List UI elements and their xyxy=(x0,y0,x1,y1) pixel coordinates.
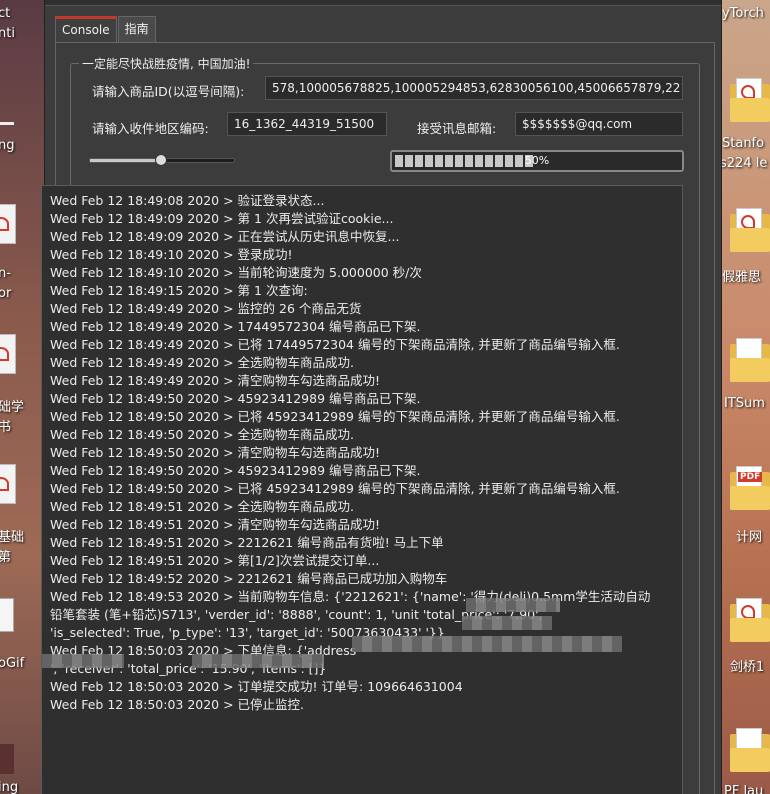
desktop-label: yTorch xyxy=(722,6,764,21)
tab-guide[interactable]: 指南 xyxy=(117,16,156,42)
product-ids-input[interactable]: 578,100005678825,100005294853,6283005610… xyxy=(265,76,683,100)
redacted-blur xyxy=(462,616,552,630)
desktop-label: n- xyxy=(0,266,11,281)
email-input[interactable]: $$$$$$$@qq.com xyxy=(515,112,683,136)
slider-fill xyxy=(90,159,161,162)
desktop-right-strip: yTorch Stanfo s224 le 假雅思 ITSum PDF 计网 剑… xyxy=(718,0,770,794)
desktop-pdf-icon[interactable] xyxy=(0,204,16,244)
redacted-blur xyxy=(352,636,622,652)
email-label: 接受讯息邮箱: xyxy=(417,121,497,136)
log-line: Wed Feb 12 18:49:09 2020 > 第 1 次再尝试验证coo… xyxy=(50,211,394,226)
group-title: 一定能尽快战胜疫情, 中国加油! xyxy=(79,55,254,72)
desktop-label: 计网 xyxy=(736,530,763,545)
log-line: Wed Feb 12 18:49:49 2020 > 已将 1744957230… xyxy=(50,337,620,352)
redacted-blur xyxy=(42,654,124,668)
desktop-label: or xyxy=(0,286,12,301)
desktop-label: ITSum xyxy=(724,396,765,411)
desktop-label: ing xyxy=(0,780,19,794)
log-line: Wed Feb 12 18:49:09 2020 > 正在尝试从历史讯息中恢复.… xyxy=(50,229,400,244)
log-line: 铅笔套装 (笔+铅芯)S713', 'verder_id': '8888', '… xyxy=(50,607,543,622)
desktop-label: 基础 xyxy=(0,530,25,545)
log-line: Wed Feb 12 18:49:49 2020 > 全选购物车商品成功. xyxy=(50,355,355,370)
log-line: Wed Feb 12 18:49:51 2020 > 清空购物车勾选商品成功! xyxy=(50,517,381,532)
document-folder-icon[interactable] xyxy=(730,728,770,774)
desktop-label: Stanfo xyxy=(722,136,765,151)
desktop-pdf-icon[interactable] xyxy=(0,334,16,374)
tab-bar: Console 指南 xyxy=(55,16,157,42)
slider-handle[interactable] xyxy=(154,154,167,166)
log-console[interactable]: Wed Feb 12 18:49:08 2020 > 验证登录状态... Wed… xyxy=(41,185,683,794)
log-line: Wed Feb 12 18:49:51 2020 > 全选购物车商品成功. xyxy=(50,499,355,514)
log-line: Wed Feb 12 18:49:08 2020 > 验证登录状态... xyxy=(50,193,325,208)
redacted-blur xyxy=(192,654,324,668)
pdf-folder-icon[interactable] xyxy=(730,208,770,254)
document-folder-icon[interactable] xyxy=(730,338,770,384)
poll-speed-slider[interactable] xyxy=(89,154,235,166)
redacted-blur xyxy=(466,598,560,612)
desktop-label: 假雅思 xyxy=(722,270,762,285)
area-code-label: 请输入收件地区编码: xyxy=(92,121,209,136)
log-line: Wed Feb 12 18:49:50 2020 > 清空购物车勾选商品成功! xyxy=(50,445,381,460)
pdf-tag: PDF xyxy=(738,472,763,482)
desktop-pdf-icon[interactable] xyxy=(0,464,16,504)
log-line: Wed Feb 12 18:49:49 2020 > 监控的 26 个商品无货 xyxy=(50,301,362,316)
desktop-dash xyxy=(0,122,14,125)
desktop-label: ct xyxy=(0,6,11,21)
desktop-label: s224 le xyxy=(720,156,768,171)
log-line: Wed Feb 12 18:49:10 2020 > 登录成功! xyxy=(50,247,293,262)
log-line: Wed Feb 12 18:49:49 2020 > 清空购物车勾选商品成功! xyxy=(50,373,381,388)
log-line: Wed Feb 12 18:49:51 2020 > 第[1/2]次尝试提交订单… xyxy=(50,553,380,568)
log-line: Wed Feb 12 18:49:50 2020 > 已将 4592341298… xyxy=(50,481,620,496)
desktop-file-icon[interactable] xyxy=(0,744,14,774)
progress-bar: 50% xyxy=(390,150,684,172)
log-line: Wed Feb 12 18:49:50 2020 > 45923412989 编… xyxy=(50,391,421,406)
tab-console[interactable]: Console xyxy=(55,16,117,42)
log-line: Wed Feb 12 18:49:51 2020 > 2212621 编号商品有… xyxy=(50,535,444,550)
log-line: Wed Feb 12 18:49:15 2020 > 第 1 次查询: xyxy=(50,283,308,298)
log-line: Wed Feb 12 18:49:50 2020 > 45923412989 编… xyxy=(50,463,421,478)
desktop-label: nti xyxy=(0,26,15,41)
desktop-label: 剑桥1 xyxy=(730,660,765,675)
pdf-folder-icon[interactable]: PDF xyxy=(730,466,770,512)
desktop-label: 第 xyxy=(0,550,12,565)
desktop-label: oGif xyxy=(0,656,25,671)
product-ids-label: 请输入商品ID(以逗号间隔): xyxy=(92,84,245,99)
log-line: Wed Feb 12 18:49:10 2020 > 当前轮询速度为 5.000… xyxy=(50,265,422,280)
log-line: Wed Feb 12 18:49:50 2020 > 已将 4592341298… xyxy=(50,409,620,424)
log-line: ', 'receiver': 'total_price': '15.90', '… xyxy=(50,661,327,676)
log-line: Wed Feb 12 18:50:03 2020 > 订单提交成功! 订单号: … xyxy=(50,679,463,694)
pdf-folder-icon[interactable] xyxy=(730,598,770,644)
gif-app-icon[interactable] xyxy=(0,598,14,632)
desktop-label: 书 xyxy=(0,420,12,435)
desktop-label: PF lau xyxy=(724,784,764,794)
log-line: Wed Feb 12 18:49:53 2020 > 当前购物车信息: {'22… xyxy=(50,589,651,604)
window-titlebar xyxy=(45,0,721,6)
desktop-label: 础学 xyxy=(0,400,25,415)
log-line: Wed Feb 12 18:50:03 2020 > 已停止监控. xyxy=(50,697,305,712)
log-line: Wed Feb 12 18:49:52 2020 > 2212621 编号商品已… xyxy=(50,571,448,586)
progress-text: 50% xyxy=(524,154,550,167)
desktop-label: ng xyxy=(0,138,15,153)
area-code-input[interactable]: 16_1362_44319_51500 xyxy=(227,112,387,136)
log-line: Wed Feb 12 18:49:49 2020 > 17449572304 编… xyxy=(50,319,421,334)
log-line: Wed Feb 12 18:49:50 2020 > 全选购物车商品成功. xyxy=(50,427,355,442)
pdf-folder-icon[interactable] xyxy=(730,78,770,124)
